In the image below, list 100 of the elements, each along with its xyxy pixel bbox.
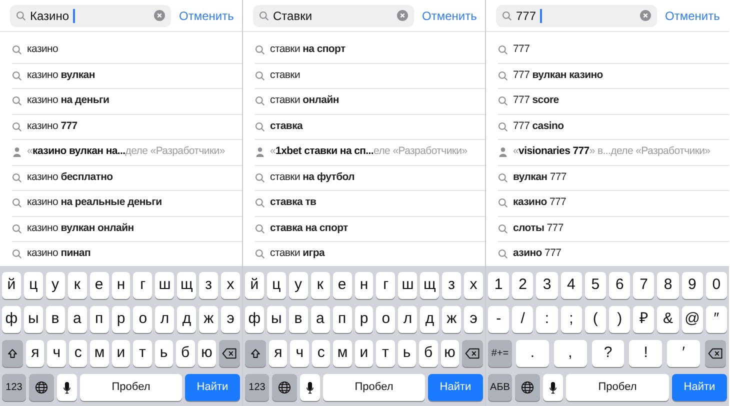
keyboard-key[interactable]: 4: [560, 272, 582, 299]
keyboard-key[interactable]: в: [46, 306, 65, 333]
keyboard-key[interactable]: з: [199, 272, 218, 299]
keyboard-key[interactable]: д: [420, 306, 440, 333]
keyboard-key[interactable]: п: [332, 306, 352, 333]
keyboard-key[interactable]: г: [133, 272, 152, 299]
keyboard-key[interactable]: т: [133, 340, 152, 367]
keyboard-key[interactable]: -: [488, 306, 510, 333]
keyboard-key[interactable]: ю: [198, 340, 216, 367]
keyboard-key[interactable]: ю: [440, 340, 459, 367]
keyboard-key[interactable]: м: [333, 340, 352, 367]
backspace-key[interactable]: [462, 340, 483, 367]
suggestion-item[interactable]: «visionaries 777» в...деле «Разработчики»: [498, 140, 729, 166]
keyboard-key[interactable]: я: [26, 340, 44, 367]
keyboard-key[interactable]: п: [90, 306, 109, 333]
keyboard-key[interactable]: ″: [706, 306, 728, 333]
keyboard-key[interactable]: 7: [633, 272, 654, 299]
mode-key[interactable]: 123: [2, 374, 26, 401]
keyboard-key[interactable]: е: [90, 272, 109, 299]
suggestion-item[interactable]: казино бесплатно: [12, 166, 242, 191]
suggestion-item[interactable]: 777 score: [498, 89, 729, 114]
shift-key[interactable]: [245, 340, 266, 367]
keyboard-key[interactable]: и: [112, 340, 130, 367]
keyboard-key[interactable]: з: [442, 272, 462, 299]
cancel-button[interactable]: Отменить: [179, 6, 234, 24]
keyboard-key[interactable]: р: [112, 306, 130, 333]
suggestion-item[interactable]: казино вулкан онлайн: [12, 216, 242, 242]
keyboard-key[interactable]: г: [376, 272, 396, 299]
keyboard-key[interactable]: ,: [554, 340, 587, 367]
globe-key[interactable]: [29, 374, 54, 401]
keyboard-key[interactable]: д: [177, 306, 196, 333]
keyboard-key[interactable]: х: [464, 272, 483, 299]
keyboard-key[interactable]: ц: [24, 272, 43, 299]
keyboard-key[interactable]: м: [90, 340, 109, 367]
keyboard-key[interactable]: ?: [592, 340, 624, 367]
keyboard-key[interactable]: ф: [245, 306, 264, 333]
suggestion-item[interactable]: казино вулкан: [12, 64, 242, 89]
keyboard-key[interactable]: ′: [667, 340, 700, 367]
globe-key[interactable]: [515, 374, 540, 401]
suggestion-item[interactable]: «1xbet ставки на сп...еле «Разработчики»: [255, 140, 485, 166]
suggestion-item[interactable]: казино 777: [498, 191, 729, 216]
keyboard-key[interactable]: и: [354, 340, 374, 367]
keyboard-key[interactable]: :: [536, 306, 558, 333]
suggestion-item[interactable]: ставки на футбол: [255, 166, 485, 191]
keyboard-key[interactable]: а: [310, 306, 330, 333]
keyboard-key[interactable]: б: [419, 340, 438, 367]
keyboard-key[interactable]: к: [68, 272, 87, 299]
cancel-button[interactable]: Отменить: [665, 6, 720, 24]
keyboard-key[interactable]: !: [629, 340, 662, 367]
keyboard-key[interactable]: л: [398, 306, 418, 333]
suggestion-item[interactable]: казино 777: [12, 114, 242, 140]
keyboard-key[interactable]: ш: [398, 272, 418, 299]
keyboard-key[interactable]: э: [221, 306, 240, 333]
keyboard-key[interactable]: ч: [47, 340, 66, 367]
keyboard-key[interactable]: .: [516, 340, 549, 367]
keyboard-key[interactable]: ч: [290, 340, 309, 367]
keyboard-key[interactable]: о: [376, 306, 396, 333]
suggestion-item[interactable]: ставка на спорт: [255, 216, 485, 242]
mic-key[interactable]: [300, 374, 320, 401]
keyboard-key[interactable]: ж: [442, 306, 462, 333]
search-field[interactable]: Казино: [10, 4, 171, 26]
keyboard-key[interactable]: 2: [512, 272, 534, 299]
suggestion-item[interactable]: казино на реальные деньги: [12, 191, 242, 216]
keyboard-key[interactable]: 1: [488, 272, 510, 299]
backspace-key[interactable]: [218, 340, 240, 367]
keyboard-key[interactable]: х: [221, 272, 240, 299]
suggestion-item[interactable]: 777 casino: [498, 114, 729, 140]
keyboard-key[interactable]: щ: [177, 272, 196, 299]
keyboard-key[interactable]: т: [376, 340, 395, 367]
space-key[interactable]: Пробел: [566, 374, 669, 401]
keyboard-key[interactable]: щ: [420, 272, 440, 299]
keyboard-key[interactable]: ;: [560, 306, 582, 333]
keyboard-key[interactable]: л: [155, 306, 174, 333]
keyboard-key[interactable]: ы: [266, 306, 286, 333]
keyboard-key[interactable]: ₽: [633, 306, 654, 333]
keyboard-key[interactable]: в: [288, 306, 308, 333]
globe-key[interactable]: [272, 374, 297, 401]
keyboard-key[interactable]: @: [682, 306, 703, 333]
mic-key[interactable]: [57, 374, 77, 401]
keyboard-key[interactable]: 8: [657, 272, 679, 299]
space-key[interactable]: Пробел: [323, 374, 425, 401]
keyboard-key[interactable]: ж: [199, 306, 218, 333]
search-key[interactable]: Найти: [672, 374, 727, 401]
keyboard-key[interactable]: /: [512, 306, 534, 333]
mic-key[interactable]: [543, 374, 563, 401]
keyboard-key[interactable]: ): [609, 306, 630, 333]
cancel-button[interactable]: Отменить: [422, 6, 477, 24]
keyboard-key[interactable]: 6: [609, 272, 630, 299]
keyboard-key[interactable]: ф: [2, 306, 21, 333]
keyboard-key[interactable]: е: [332, 272, 352, 299]
shift-key[interactable]: [2, 340, 23, 367]
keyboard-key[interactable]: ь: [398, 340, 416, 367]
keyboard-key[interactable]: (: [584, 306, 606, 333]
keyboard-key[interactable]: у: [46, 272, 65, 299]
keyboard-key[interactable]: &: [657, 306, 679, 333]
keyboard-key[interactable]: н: [112, 272, 130, 299]
suggestion-item[interactable]: ставки онлайн: [255, 89, 485, 114]
keyboard-key[interactable]: 3: [536, 272, 558, 299]
suggestion-item[interactable]: «казино вулкан на...деле «Разработчики»: [12, 140, 242, 166]
suggestion-item[interactable]: ставки на спорт: [255, 38, 485, 64]
